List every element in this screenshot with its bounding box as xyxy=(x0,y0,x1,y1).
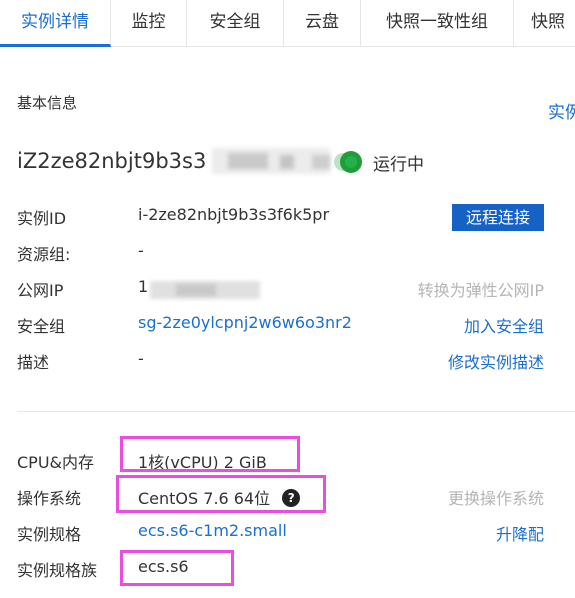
detail-row-security-group: 安全组 sg-2ze0ylcpnj2w6w6o3nr2 加入安全组 xyxy=(0,313,575,343)
detail-row-public-ip: 公网IP 1 转换为弹性公网IP xyxy=(0,277,575,307)
status-text: 运行中 xyxy=(373,154,424,175)
value-instance-id: i-2ze82nbjt9b3s3f6k5pr xyxy=(138,205,330,224)
label-public-ip: 公网IP xyxy=(17,281,64,300)
label-instance-family: 实例规格族 xyxy=(17,561,98,580)
redacted-block xyxy=(312,155,330,169)
tab-bar: 实例详情 监控 安全组 云盘 快照一致性组 快照 xyxy=(0,0,575,47)
tab-cloud-disks[interactable]: 云盘 xyxy=(284,0,361,47)
section-divider xyxy=(17,411,575,412)
detail-row-description: 描述 - 修改实例描述 xyxy=(0,349,575,379)
tab-snapshots[interactable]: 快照 xyxy=(514,0,575,47)
security-group-link[interactable]: sg-2ze0ylcpnj2w6w6o3nr2 xyxy=(138,313,352,332)
modify-description-link[interactable]: 修改实例描述 xyxy=(448,349,544,373)
tab-security-groups[interactable]: 安全组 xyxy=(187,0,284,47)
redacted-block xyxy=(280,155,294,169)
upgrade-downgrade-link[interactable]: 升降配 xyxy=(496,521,544,545)
tab-instance-details[interactable]: 实例详情 xyxy=(0,0,111,47)
join-security-group-link[interactable]: 加入安全组 xyxy=(464,313,544,337)
label-cpu-memory: CPU&内存 xyxy=(17,453,95,472)
running-status-icon xyxy=(340,151,362,173)
highlight-box-cpu-memory xyxy=(120,436,300,472)
config-row-instance-type: 实例规格 ecs.s6-c1m2.small 升降配 xyxy=(0,521,575,551)
instance-type-link[interactable]: ecs.s6-c1m2.small xyxy=(138,521,287,540)
highlight-box-instance-family xyxy=(120,550,234,586)
convert-to-eip-link[interactable]: 转换为弹性公网IP xyxy=(418,277,544,301)
tab-monitoring[interactable]: 监控 xyxy=(111,0,187,47)
label-resource-group: 资源组: xyxy=(17,245,71,264)
instance-link-truncated[interactable]: 实例 xyxy=(548,98,575,123)
section-title-basic-info: 基本信息 xyxy=(17,94,78,112)
tab-snapshot-consistency-groups[interactable]: 快照一致性组 xyxy=(361,0,514,47)
instance-name: iZ2ze82nbjt9b3s3 xyxy=(17,149,207,173)
value-description: - xyxy=(138,349,144,368)
instance-status: 运行中 xyxy=(340,149,424,175)
value-resource-group: - xyxy=(138,241,144,260)
config-row-instance-family: 实例规格族 ecs.s6 xyxy=(0,557,575,587)
label-instance-type: 实例规格 xyxy=(17,525,82,544)
change-os-link[interactable]: 更换操作系统 xyxy=(448,485,544,509)
label-instance-id: 实例ID xyxy=(17,209,67,228)
label-description: 描述 xyxy=(17,353,50,372)
detail-row-resource-group: 资源组: - xyxy=(0,241,575,271)
highlight-box-os xyxy=(116,475,326,513)
redacted-block xyxy=(176,284,216,296)
label-os: 操作系统 xyxy=(17,489,82,508)
redacted-block xyxy=(228,153,268,169)
value-public-ip: 1 xyxy=(138,277,149,296)
remote-connect-button[interactable]: 远程连接 xyxy=(452,204,544,231)
label-security-group: 安全组 xyxy=(17,317,66,336)
